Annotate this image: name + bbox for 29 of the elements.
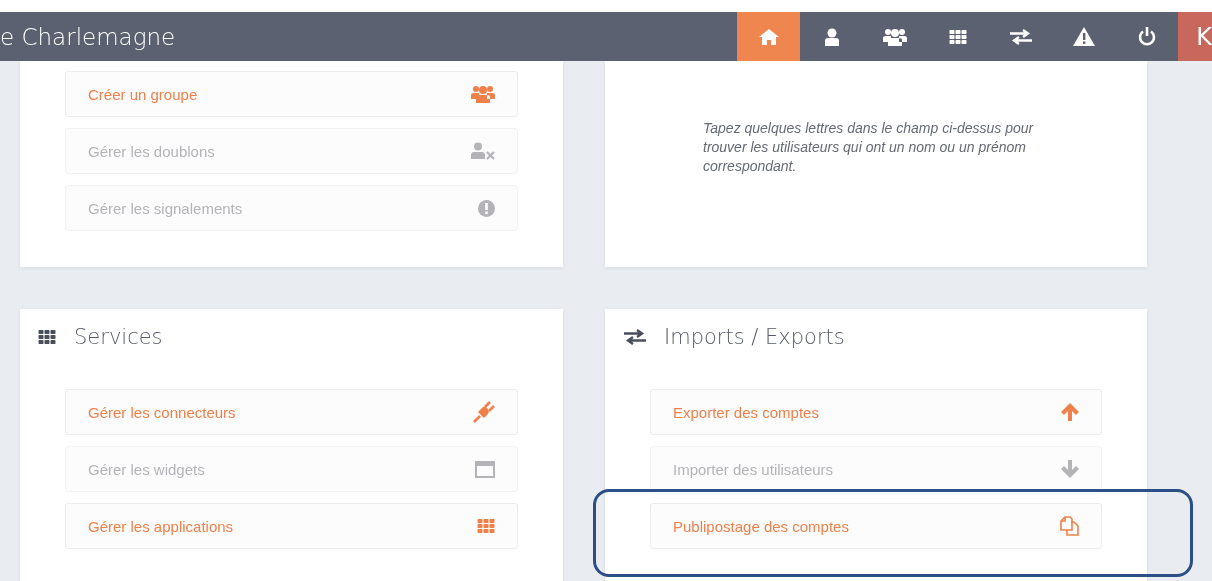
arrow-down-icon — [1061, 460, 1079, 478]
user-icon — [823, 27, 840, 46]
exclamation-icon — [478, 199, 495, 217]
window-icon — [475, 460, 495, 478]
home-icon — [758, 28, 779, 45]
plug-icon — [473, 401, 495, 423]
panel-title: Services — [74, 325, 163, 349]
menu-item[interactable]: Créer un groupe — [65, 71, 518, 117]
menu-item[interactable]: Gérer les connecteurs — [65, 389, 518, 435]
users-icon — [882, 27, 907, 46]
copy-icon — [1059, 516, 1079, 536]
nav-button[interactable] — [737, 12, 800, 61]
menu-item[interactable]: Publipostage des comptes — [650, 503, 1102, 549]
grid-icon — [948, 29, 967, 44]
grid-icon — [38, 330, 56, 344]
swap-arrows-icon — [624, 329, 646, 345]
warning-icon — [1072, 27, 1095, 46]
arrow-up-icon — [1061, 403, 1079, 421]
power-icon — [1137, 27, 1156, 46]
user-cross-icon — [471, 142, 495, 160]
users-icon — [471, 85, 495, 103]
menu-item[interactable]: Exporter des comptes — [650, 389, 1102, 435]
search-hint: Tapez quelques lettres dans le champ ci-dessus pour trouver les utilisateurs qui ont un nom ou un prénom correspondant. — [703, 119, 1035, 176]
grid-icon — [477, 519, 495, 533]
swap-arrows-icon — [1009, 28, 1032, 45]
app-title: e Charlemagne — [0, 23, 177, 50]
user-avatar[interactable]: K — [1178, 12, 1212, 61]
menu-item[interactable]: Gérer les applications — [65, 503, 518, 549]
panel-title: Imports / Exports — [664, 325, 845, 349]
